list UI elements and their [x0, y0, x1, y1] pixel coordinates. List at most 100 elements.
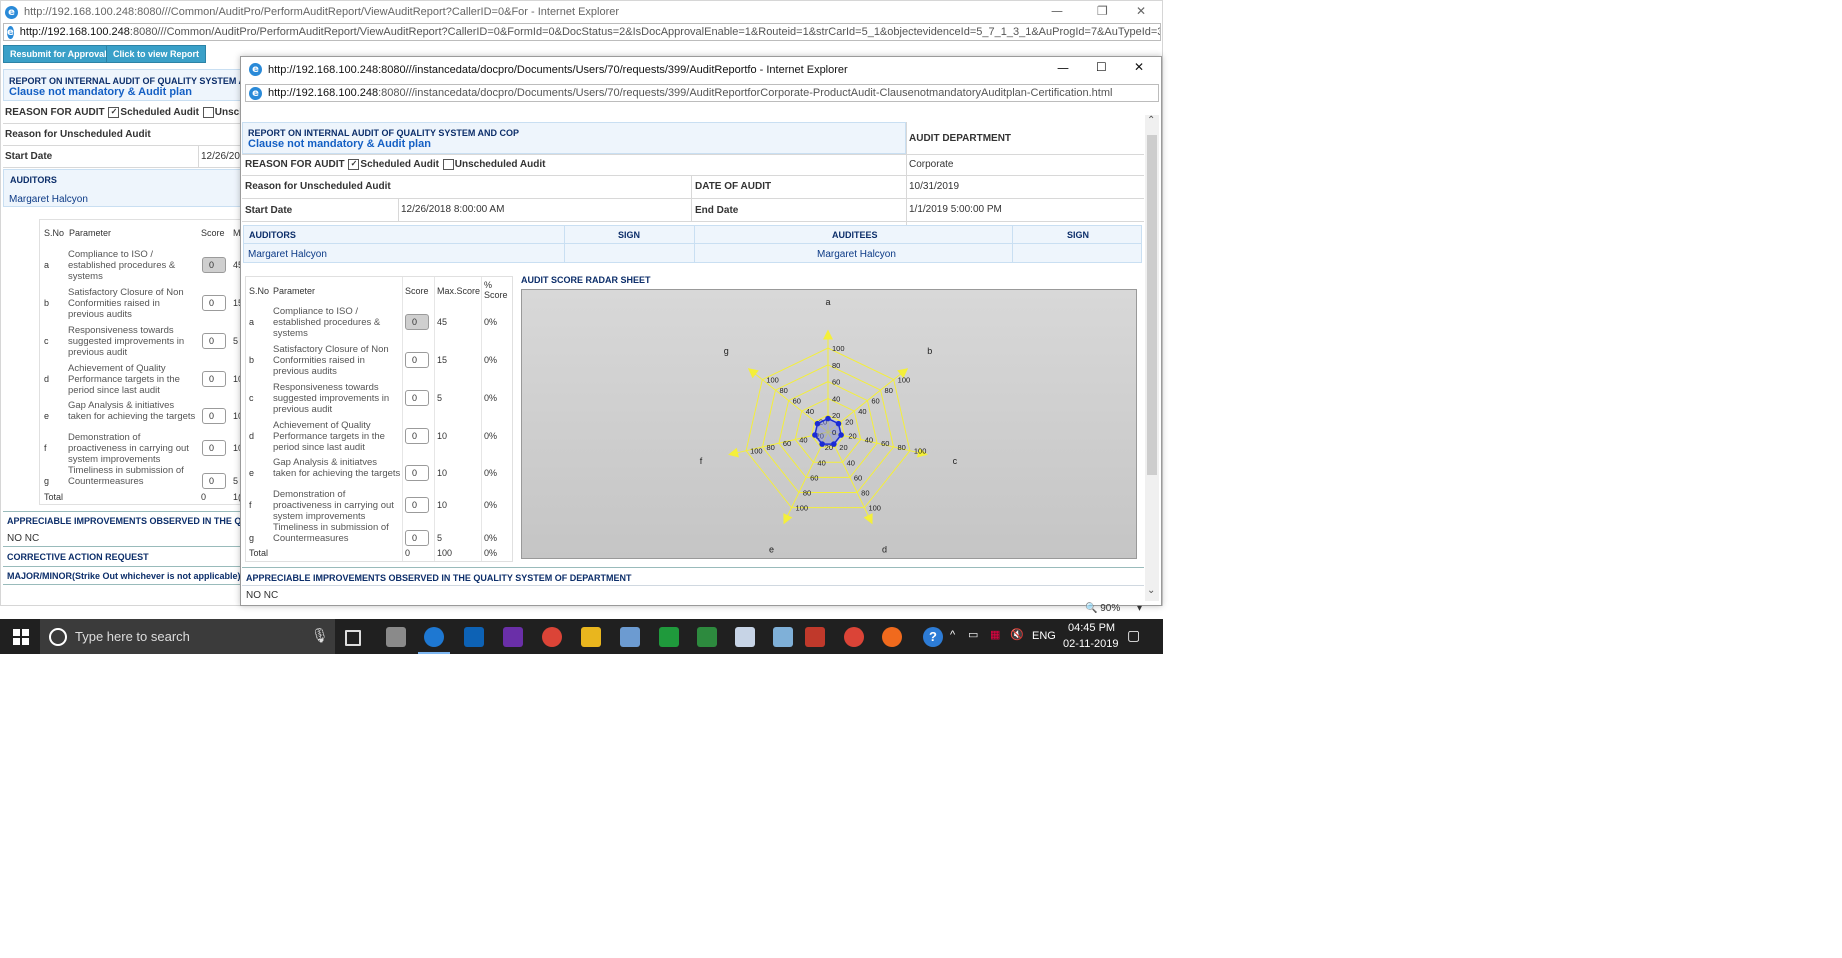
score-input[interactable]: 0 [202, 440, 226, 456]
scroll-thumb[interactable] [1147, 135, 1157, 475]
help-icon[interactable]: ? [923, 627, 943, 647]
active-app-indicator [418, 652, 450, 654]
unscheduled-checkbox[interactable] [202, 107, 214, 118]
radar-point-f [812, 432, 818, 438]
score-input[interactable]: 0 [202, 295, 226, 311]
score-input[interactable]: 0 [405, 497, 429, 513]
start-date-label: Start Date [245, 205, 293, 216]
clock-date[interactable]: 02-11-2019 [1063, 638, 1118, 650]
filezilla-icon[interactable] [805, 627, 825, 647]
task-view-icon[interactable] [345, 630, 361, 646]
row-parameter: Responsiveness towards suggested improve… [68, 325, 185, 358]
score-input[interactable]: 0 [202, 257, 226, 273]
audit-department-label: AUDIT DEPARTMENT [909, 133, 1012, 144]
file-explorer-icon[interactable] [581, 627, 601, 647]
unscheduled-reason-label: Reason for Unscheduled Audit [245, 181, 391, 192]
front-address-bar[interactable]: e http://192.168.100.248:8080///instance… [245, 84, 1159, 102]
storage-app-icon[interactable] [773, 627, 793, 647]
windows-start-icon[interactable] [13, 629, 29, 645]
back-address-bar[interactable]: e http://192.168.100.248:8080///Common/A… [3, 23, 1161, 41]
auditors-section: AUDITORS Margaret Halcyon [3, 169, 241, 207]
view-report-button[interactable]: Click to view Report [106, 45, 207, 63]
close-icon[interactable]: ✕ [1136, 4, 1146, 18]
report-subtitle: Clause not mandatory & Audit plan [9, 86, 192, 98]
radar-tick-label: 20 [839, 443, 847, 452]
score-input[interactable]: 0 [405, 465, 429, 481]
radar-tick-label: 40 [865, 435, 873, 444]
chrome-second-icon[interactable] [844, 627, 864, 647]
zoom-dropdown-icon[interactable]: ▾ [1137, 603, 1142, 614]
score-input[interactable]: 0 [202, 408, 226, 424]
total-label: Total [44, 492, 64, 502]
address-path: :8080///Common/AuditPro/PerformAuditRepo… [129, 26, 1161, 38]
unscheduled-checkbox[interactable] [442, 159, 454, 170]
score-input[interactable]: 0 [405, 530, 429, 546]
document-app-icon[interactable] [735, 627, 755, 647]
radar-tick-label: 60 [871, 397, 879, 406]
row-sno: g [249, 533, 255, 543]
front-close-icon[interactable]: ✕ [1134, 60, 1144, 74]
end-date-value: 1/1/2019 5:00:00 PM [909, 204, 1002, 215]
score-input[interactable]: 0 [202, 333, 226, 349]
outlook-icon[interactable] [464, 627, 484, 647]
report-title: REPORT ON INTERNAL AUDIT OF QUALITY SYST… [9, 76, 252, 86]
row-pct-score: 0% [484, 393, 498, 403]
row-pct-score: 0% [484, 533, 498, 543]
tools-app-icon[interactable] [386, 627, 406, 647]
radar-tick-label: 100 [750, 447, 763, 456]
score-input[interactable]: 0 [405, 352, 429, 368]
col-score: Score [405, 286, 429, 296]
minimize-icon[interactable]: — [1051, 4, 1063, 18]
radar-tick-label: 100 [898, 376, 911, 385]
front-minimize-icon[interactable]: — [1057, 61, 1069, 75]
server-app-icon[interactable] [620, 627, 640, 647]
score-input[interactable]: 0 [405, 390, 429, 406]
show-hidden-icons-icon[interactable]: ^ [950, 629, 955, 641]
report-title: REPORT ON INTERNAL AUDIT OF QUALITY SYST… [248, 128, 520, 138]
clock-time[interactable]: 04:45 PM [1068, 622, 1115, 634]
car-heading: CORRECTIVE ACTION REQUEST [7, 552, 149, 562]
app-tray-icon[interactable]: ▦ [990, 628, 1000, 641]
radar-tick-label: 100 [832, 344, 845, 353]
auditor-name: Margaret Halcyon [248, 249, 327, 260]
score-input[interactable]: 0 [405, 428, 429, 444]
radar-chart-svg: a020406080100b020406080100c020406080100d… [700, 297, 958, 555]
language-indicator[interactable]: ENG [1032, 630, 1056, 642]
network-icon[interactable]: ▭ [968, 628, 978, 641]
resubmit-button[interactable]: Resubmit for Approval [3, 45, 114, 63]
radar-chart: a020406080100b020406080100c020406080100d… [521, 289, 1137, 559]
firefox-icon[interactable] [882, 627, 902, 647]
cortana-icon [49, 628, 67, 646]
col-sno: S.No [44, 228, 65, 238]
score-input[interactable]: 0 [405, 314, 429, 330]
row-pct-score: 0% [484, 468, 498, 478]
scroll-down-icon[interactable]: ⌄ [1147, 585, 1155, 596]
radar-tick-label: 80 [803, 489, 811, 498]
action-center-icon[interactable]: ▢ [1127, 627, 1140, 644]
excel-like-icon[interactable] [697, 627, 717, 647]
row-sno: a [44, 260, 50, 270]
scroll-up-icon[interactable]: ⌃ [1147, 115, 1155, 126]
windows-taskbar: Type here to search 🎙 ? ^ ▭ ▦ 🔇 ENG 04:4… [0, 619, 1163, 654]
zoom-value: 90% [1100, 603, 1121, 614]
taskbar-search-box[interactable]: Type here to search 🎙 [40, 619, 335, 654]
address-host: http://192.168.100.248 [19, 26, 130, 38]
score-input[interactable]: 0 [202, 473, 226, 489]
restore-icon[interactable]: ❐ [1097, 4, 1108, 18]
score-input[interactable]: 0 [202, 371, 226, 387]
internet-explorer-taskbar-icon[interactable] [424, 627, 444, 647]
end-date-label: End Date [695, 205, 739, 216]
scheduled-checkbox[interactable]: ✓ [348, 159, 360, 170]
vertical-scrollbar[interactable]: ⌃ ⌄ [1145, 115, 1159, 601]
zoom-indicator[interactable]: 🔍 90% ▾ [1085, 603, 1142, 614]
git-app-icon[interactable] [659, 627, 679, 647]
ie-icon: e [5, 5, 18, 19]
scheduled-checkbox[interactable]: ✓ [108, 107, 120, 118]
volume-muted-icon[interactable]: 🔇 [1010, 628, 1024, 641]
visual-studio-icon[interactable] [503, 627, 523, 647]
row-parameter: Timeliness in submission of Countermeasu… [68, 465, 184, 487]
front-maximize-icon[interactable]: ☐ [1096, 60, 1107, 74]
chrome-icon[interactable] [542, 627, 562, 647]
microphone-icon[interactable]: 🎙 [311, 627, 329, 644]
row-parameter: Gap Analysis & initiatves taken for achi… [273, 457, 401, 479]
